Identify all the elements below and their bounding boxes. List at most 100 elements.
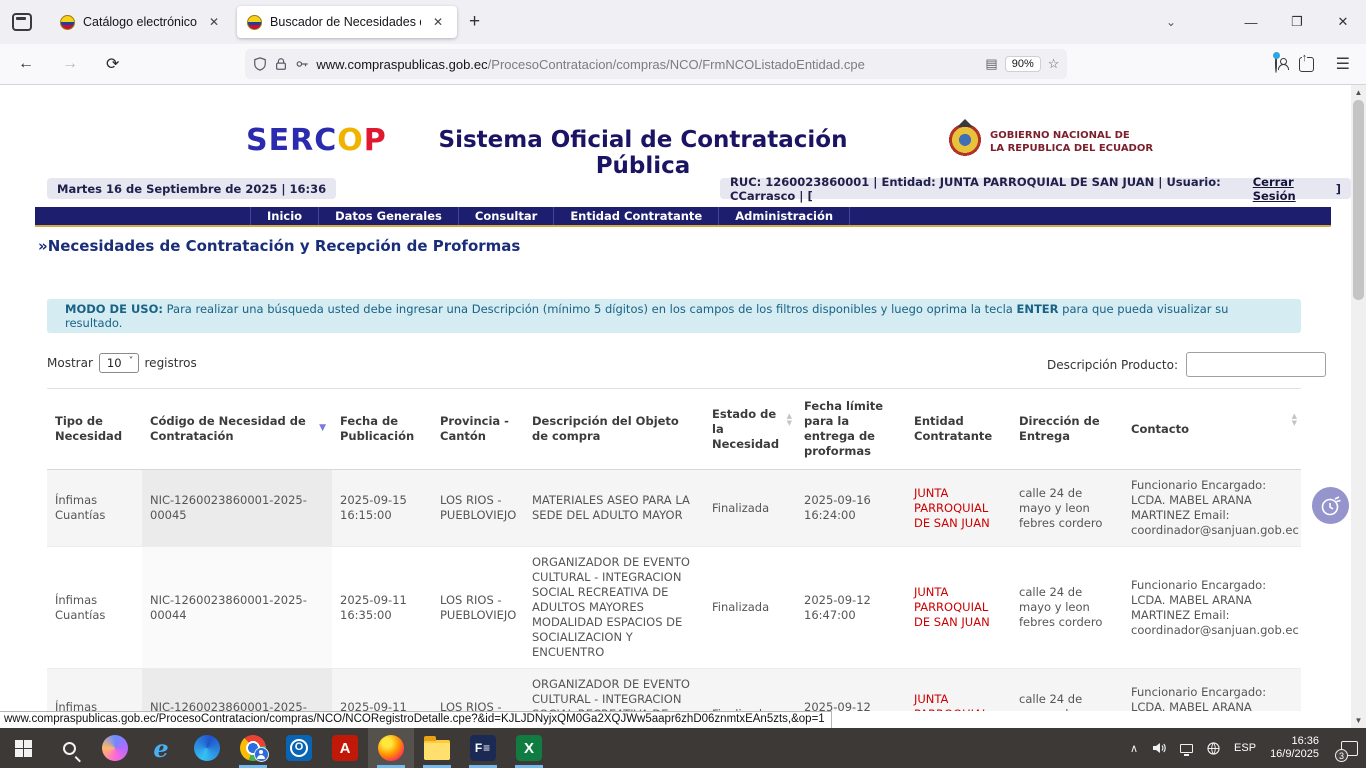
- nav-item-consultar[interactable]: Consultar: [458, 207, 553, 225]
- network-icon[interactable]: [1180, 744, 1193, 753]
- list-all-tabs-icon[interactable]: ⌄: [1166, 15, 1176, 29]
- account-button[interactable]: [1275, 55, 1277, 73]
- col-tipo[interactable]: Tipo de Necesidad: [47, 389, 142, 470]
- col-codigo[interactable]: Código de Necesidad de Contratación▼: [142, 389, 332, 470]
- close-tab-icon[interactable]: ✕: [205, 13, 223, 31]
- close-tab-icon[interactable]: ✕: [429, 13, 447, 31]
- clock[interactable]: 16:36 16/9/2025: [1270, 735, 1319, 761]
- col-estado[interactable]: Estado de la Necesidad▲▼: [704, 389, 796, 470]
- col-direccion[interactable]: Dirección de Entrega: [1011, 389, 1123, 470]
- description-filter-input[interactable]: [1186, 352, 1326, 377]
- cell-direccion: calle 24 de mayo y leon febres cordero: [1011, 470, 1123, 547]
- reader-mode-icon[interactable]: ▤: [985, 56, 997, 72]
- session-info: RUC: 1260023860001 | Entidad: JUNTA PARR…: [730, 175, 1249, 203]
- gov-line1: GOBIERNO NACIONAL DE: [990, 129, 1153, 142]
- nav-item-entidad-contratante[interactable]: Entidad Contratante: [553, 207, 718, 225]
- logo-p: P: [364, 123, 387, 158]
- page-size-control: Mostrar 10 registros: [47, 353, 197, 373]
- taskbar-outlook-button[interactable]: [276, 728, 322, 768]
- entity-link[interactable]: JUNTA PARROQUIAL DE SAN JUAN: [914, 692, 990, 711]
- share-icon[interactable]: [1299, 57, 1314, 72]
- usage-bold: MODO DE USO:: [65, 302, 163, 316]
- windows-logo-icon: [15, 740, 32, 757]
- col-descripcion[interactable]: Descripción del Objeto de compra: [524, 389, 704, 470]
- scroll-up-icon[interactable]: ▲: [1351, 85, 1366, 100]
- firefox-icon: [378, 735, 404, 761]
- nav-item-inicio[interactable]: Inicio: [250, 207, 318, 225]
- language-indicator[interactable]: ESP: [1234, 742, 1256, 754]
- clock-icon: [1319, 494, 1343, 518]
- table-row: Ínfimas Cuantías NIC-1260023860001-2025-…: [47, 470, 1301, 547]
- taskbar-search-button[interactable]: [46, 728, 92, 768]
- volume-icon[interactable]: [1152, 742, 1166, 754]
- globe-icon[interactable]: [1207, 742, 1220, 755]
- url-domain: www.compraspublicas.gob.ec: [316, 57, 487, 72]
- tab-buscador-active[interactable]: Buscador de Necesidades de Co ✕: [237, 6, 457, 38]
- col-entidad[interactable]: Entidad Contratante: [906, 389, 1011, 470]
- back-button[interactable]: ←: [8, 51, 44, 77]
- table-row: Ínfimas Cuantías NIC-1260023860001-2025-…: [47, 547, 1301, 669]
- entity-link[interactable]: JUNTA PARROQUIAL DE SAN JUAN: [914, 486, 990, 530]
- edge-icon: [194, 735, 220, 761]
- zoom-level-button[interactable]: 90%: [1005, 56, 1041, 72]
- tab-catalogo[interactable]: Catálogo electrónico ✕: [50, 6, 233, 38]
- page-scrollbar[interactable]: ▲ ▼: [1351, 85, 1366, 728]
- hamburger-menu-icon[interactable]: ☰: [1336, 54, 1350, 74]
- taskbar-copilot-button[interactable]: [92, 728, 138, 768]
- col-contacto[interactable]: Contacto▲▼: [1123, 389, 1301, 470]
- scroll-thumb[interactable]: [1353, 100, 1364, 300]
- taskbar-ie-button[interactable]: e: [138, 728, 184, 768]
- cell-fecha-limite: 2025-09-12 16:30:00: [796, 669, 906, 712]
- table-header-row: Tipo de Necesidad Código de Necesidad de…: [47, 389, 1301, 470]
- session-timer-widget[interactable]: [1312, 487, 1349, 524]
- col-fecha-publicacion[interactable]: Fecha de Publicación: [332, 389, 432, 470]
- forward-button[interactable]: →: [52, 51, 88, 77]
- sort-icon[interactable]: ▲▼: [1292, 413, 1297, 427]
- url-text: www.compraspublicas.gob.ec/ProcesoContra…: [316, 57, 978, 72]
- minimize-button[interactable]: —: [1228, 2, 1274, 42]
- taskbar-chrome-button[interactable]: [230, 728, 276, 768]
- taskbar-finance-app-button[interactable]: F≡: [460, 728, 506, 768]
- cell-estado: Finalizada: [704, 470, 796, 547]
- status-bar: www.compraspublicas.gob.ec/ProcesoContra…: [0, 711, 832, 728]
- system-title: Sistema Oficial de Contratación Pública: [428, 127, 858, 179]
- col-provincia[interactable]: Provincia - Cantón: [432, 389, 524, 470]
- entity-link[interactable]: JUNTA PARROQUIAL DE SAN JUAN: [914, 585, 990, 629]
- usage-enter: ENTER: [1016, 302, 1058, 316]
- firefox-view-icon[interactable]: [12, 13, 32, 31]
- new-tab-button[interactable]: +: [457, 11, 492, 33]
- tab-title: Catálogo electrónico: [83, 15, 197, 29]
- main-navigation: Inicio Datos Generales Consultar Entidad…: [35, 207, 1331, 227]
- url-path: /ProcesoContratacion/compras/NCO/FrmNCOL…: [488, 57, 865, 72]
- address-bar[interactable]: www.compraspublicas.gob.ec/ProcesoContra…: [245, 49, 1067, 79]
- page-size-select[interactable]: 10: [99, 353, 139, 373]
- taskbar-excel-button[interactable]: X: [506, 728, 552, 768]
- taskbar-explorer-button[interactable]: [414, 728, 460, 768]
- start-button[interactable]: [0, 728, 46, 768]
- ecuador-crest-icon: [948, 121, 982, 163]
- nav-item-datos-generales[interactable]: Datos Generales: [318, 207, 458, 225]
- col-fecha-limite[interactable]: Fecha límite para la entrega de proforma…: [796, 389, 906, 470]
- taskbar-acrobat-button[interactable]: A: [322, 728, 368, 768]
- taskbar-edge-button[interactable]: [184, 728, 230, 768]
- logout-link[interactable]: Cerrar Sesión: [1253, 175, 1332, 203]
- file-explorer-icon: [424, 740, 450, 760]
- nav-item-administracion[interactable]: Administración: [718, 207, 850, 225]
- sort-icon[interactable]: ▲▼: [787, 413, 792, 427]
- cell-codigo: NIC-1260023860001-2025-00043: [142, 669, 332, 712]
- hidden-icons-chevron[interactable]: ∧: [1130, 742, 1138, 755]
- chrome-icon: [240, 735, 266, 761]
- reload-button[interactable]: ⟳: [96, 50, 129, 78]
- cell-descripcion: ORGANIZADOR DE EVENTO CULTURAL - INTEGRA…: [524, 547, 704, 669]
- scroll-down-icon[interactable]: ▼: [1351, 713, 1366, 728]
- chrome-profile-badge: [254, 747, 269, 762]
- filter-label: Descripción Producto:: [1047, 358, 1178, 372]
- government-text: GOBIERNO NACIONAL DE LA REPUBLICA DEL EC…: [990, 129, 1153, 155]
- notification-center-icon[interactable]: 3: [1341, 741, 1358, 756]
- close-button[interactable]: ✕: [1320, 2, 1366, 42]
- sort-descending-icon[interactable]: ▼: [319, 421, 326, 436]
- taskbar-firefox-button[interactable]: [368, 728, 414, 768]
- restore-button[interactable]: ❐: [1274, 2, 1320, 42]
- datetime-bar: Martes 16 de Septiembre de 2025 | 16:36: [47, 178, 336, 199]
- bookmark-star-icon[interactable]: ☆: [1048, 56, 1060, 72]
